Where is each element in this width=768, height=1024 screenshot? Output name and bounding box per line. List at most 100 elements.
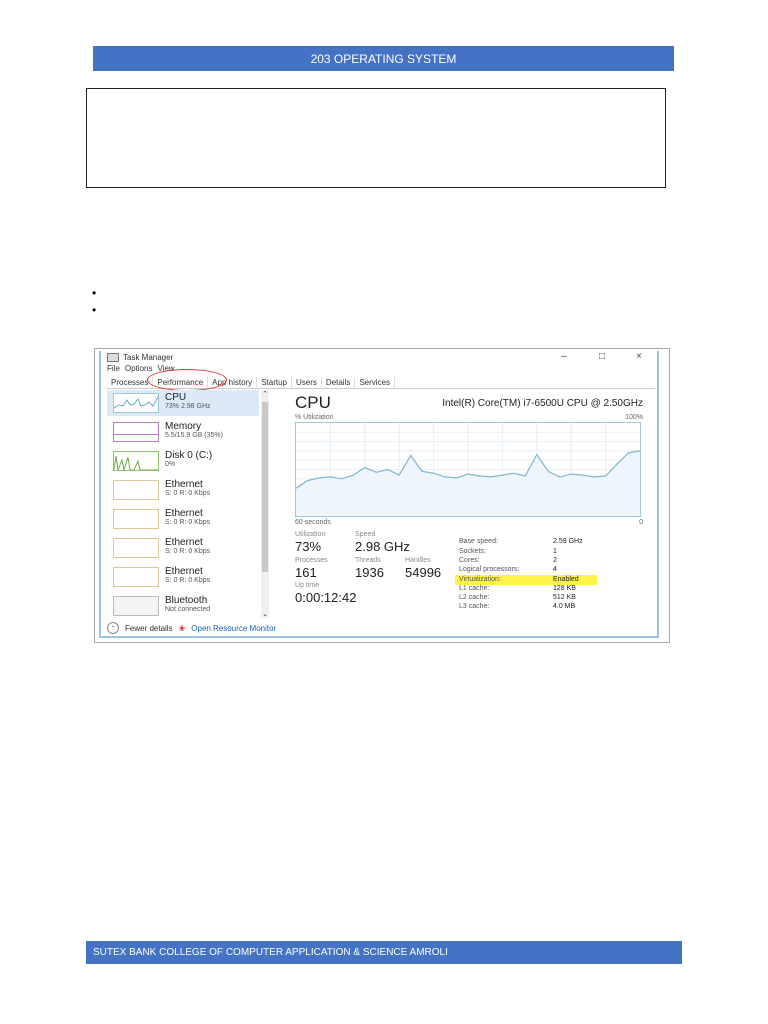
red-annotation-circle bbox=[147, 369, 227, 391]
cpu-data-point bbox=[444, 476, 446, 478]
spec-value: 128 KB bbox=[553, 585, 576, 592]
sidebar-item-name: Ethernet bbox=[165, 508, 203, 519]
sidebar-item-name: Ethernet bbox=[165, 537, 203, 548]
memory-graph-icon bbox=[113, 422, 159, 442]
minimize-button[interactable]: – bbox=[561, 351, 567, 362]
menu-file[interactable]: File bbox=[107, 364, 120, 373]
sidebar-item-bluetooth[interactable]: Bluetooth Not connected bbox=[107, 593, 259, 618]
cpu-data-point bbox=[547, 470, 549, 472]
cpu-graph-icon bbox=[113, 393, 159, 413]
spec-value: 4.0 MB bbox=[553, 603, 576, 610]
cpu-data-point bbox=[387, 468, 389, 471]
performance-sidebar: CPU 73% 2.98 GHz Memory 5.5/15.9 GB (35%… bbox=[107, 390, 273, 618]
sidebar-item-memory[interactable]: Memory 5.5/15.9 GB (35%) bbox=[107, 419, 259, 445]
sidebar-item-sub: 73% 2.98 GHz bbox=[165, 403, 211, 410]
scrollbar-thumb[interactable] bbox=[262, 402, 268, 572]
disk-graph-icon bbox=[113, 451, 159, 471]
bullet-point: • bbox=[92, 303, 97, 317]
resource-monitor-icon: ❀ bbox=[178, 623, 186, 633]
spec-label: Base speed: bbox=[459, 538, 498, 545]
handles-label: Handles bbox=[405, 557, 431, 564]
maximize-button[interactable]: □ bbox=[599, 351, 605, 362]
window-title-bar: Task Manager bbox=[107, 353, 173, 362]
cpu-data-point bbox=[616, 463, 618, 465]
threads-label: Threads bbox=[355, 557, 381, 564]
sidebar-item-sub: S: 0 R: 0 Kbps bbox=[165, 548, 211, 555]
threads-value: 1936 bbox=[355, 565, 384, 580]
tab-services[interactable]: Services bbox=[355, 377, 396, 388]
processes-label: Processes bbox=[295, 557, 328, 564]
tab-startup[interactable]: Startup bbox=[257, 377, 292, 388]
cpu-data-point bbox=[329, 476, 331, 478]
cpu-data-point bbox=[467, 473, 469, 475]
sidebar-item-name: Memory bbox=[165, 421, 202, 432]
cpu-data-point bbox=[570, 473, 572, 475]
cpu-data-point bbox=[513, 472, 515, 474]
sidebar-item-ethernet[interactable]: Ethernet S: 0 R: 0 Kbps bbox=[107, 477, 259, 503]
ethernet-graph-icon bbox=[113, 480, 159, 500]
spec-label: L1 cache: bbox=[459, 585, 490, 592]
cpu-data-point bbox=[490, 476, 492, 478]
ethernet-graph-icon bbox=[113, 509, 159, 529]
sidebar-item-name: CPU bbox=[165, 392, 187, 403]
chevron-up-icon[interactable]: ⌃ bbox=[107, 622, 119, 634]
sidebar-item-name: Ethernet bbox=[165, 566, 203, 577]
uptime-value: 0:00:12:42 bbox=[295, 590, 357, 605]
cpu-data-point bbox=[593, 476, 595, 478]
cpu-data-point bbox=[455, 477, 458, 479]
graph-x-label: 60 seconds bbox=[295, 519, 331, 526]
tab-users[interactable]: Users bbox=[292, 377, 322, 388]
spec-value: 1 bbox=[553, 548, 557, 555]
sidebar-item-sub: 0% bbox=[165, 461, 176, 468]
task-manager-footer: ⌃ Fewer details ❀ Open Resource Monitor bbox=[107, 622, 276, 634]
sidebar-item-ethernet[interactable]: Ethernet S: 0 R: 0 Kbps bbox=[107, 506, 259, 532]
uptime-label: Up time bbox=[295, 582, 320, 589]
spec-label: Sockets: bbox=[459, 548, 486, 555]
handles-value: 54996 bbox=[405, 565, 442, 580]
bluetooth-graph-icon bbox=[113, 596, 159, 616]
sidebar-item-name: Disk 0 (C:) bbox=[165, 450, 213, 461]
menu-options[interactable]: Options bbox=[125, 364, 153, 373]
graph-y-label: % Utilization bbox=[295, 414, 334, 421]
sidebar-scrollbar[interactable]: ⌃ ⌄ bbox=[261, 390, 269, 618]
tab-details[interactable]: Details bbox=[322, 377, 356, 388]
scroll-down-icon[interactable]: ⌄ bbox=[261, 610, 269, 618]
header-title: 203 OPERATING SYSTEM bbox=[310, 51, 457, 66]
cpu-data-point bbox=[318, 477, 320, 479]
spec-label: Logical processors: bbox=[459, 566, 520, 573]
sidebar-item-ethernet[interactable]: Ethernet S: 0 R: 0 Kbps bbox=[107, 564, 259, 590]
graph-y-max: 100% bbox=[625, 414, 643, 421]
cpu-data-point bbox=[364, 467, 366, 469]
cpu-data-point bbox=[398, 474, 400, 476]
sidebar-item-sub: Not connected bbox=[165, 606, 211, 613]
speed-label: Speed bbox=[355, 531, 376, 538]
spec-label: Cores: bbox=[459, 557, 480, 564]
sidebar-item-sub: S: 0 R: 0 Kbps bbox=[165, 490, 211, 497]
empty-text-box bbox=[86, 88, 666, 188]
document-footer: SUTEX BANK COLLEGE OF COMPUTER APPLICATI… bbox=[86, 941, 682, 964]
sidebar-item-sub: 5.5/15.9 GB (35%) bbox=[165, 432, 223, 439]
sidebar-item-ethernet[interactable]: Ethernet S: 0 R: 0 Kbps bbox=[107, 535, 259, 561]
spec-value: 2 bbox=[553, 557, 557, 564]
ethernet-graph-icon bbox=[113, 567, 159, 587]
ethernet-graph-icon bbox=[113, 538, 159, 558]
open-resource-monitor-link[interactable]: Open Resource Monitor bbox=[191, 624, 276, 633]
cpu-data-point bbox=[536, 454, 538, 456]
spec-value: 2.59 GHz bbox=[553, 538, 583, 545]
cpu-data-point bbox=[524, 475, 526, 477]
graph-x-end: 0 bbox=[639, 519, 643, 526]
cpu-utilization-graph bbox=[295, 422, 641, 517]
cpu-data-point bbox=[605, 475, 607, 477]
fewer-details-link[interactable]: Fewer details bbox=[125, 624, 173, 633]
task-manager-screenshot: Task Manager – □ × File Options View Pro… bbox=[94, 348, 670, 643]
scroll-up-icon[interactable]: ⌃ bbox=[261, 390, 269, 398]
close-button[interactable]: × bbox=[636, 351, 642, 362]
cpu-data-point bbox=[421, 470, 423, 472]
spec-value: 4 bbox=[553, 566, 557, 573]
cpu-data-point bbox=[501, 474, 503, 476]
sidebar-item-disk[interactable]: Disk 0 (C:) 0% bbox=[107, 448, 259, 474]
cpu-utilization-chart bbox=[295, 423, 641, 516]
sidebar-item-cpu[interactable]: CPU 73% 2.98 GHz bbox=[107, 390, 259, 416]
cpu-data-point bbox=[341, 478, 343, 480]
cpu-model-name: Intel(R) Core(TM) i7-6500U CPU @ 2.50GHz bbox=[442, 398, 643, 409]
